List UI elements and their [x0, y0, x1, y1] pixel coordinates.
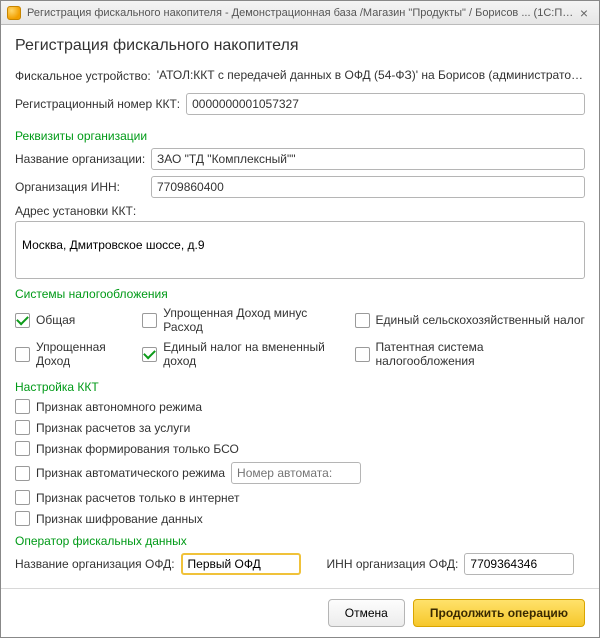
org-addr-label: Адрес установки ККТ: [15, 204, 585, 218]
checkbox-icon [142, 347, 157, 362]
tax-usn-income[interactable]: Упрощенная Доход [15, 340, 136, 368]
close-icon[interactable]: × [575, 4, 593, 22]
org-inn-row: Организация ИНН: [15, 176, 585, 198]
checkbox-icon [15, 466, 30, 481]
kkt-services[interactable]: Признак расчетов за услуги [15, 420, 585, 435]
org-name-input[interactable] [151, 148, 585, 170]
titlebar: Регистрация фискального накопителя - Дем… [1, 1, 599, 25]
org-name-row: Название организации: [15, 148, 585, 170]
section-org-title: Реквизиты организации [15, 129, 585, 143]
reg-number-input[interactable] [186, 93, 585, 115]
org-addr-input[interactable] [15, 221, 585, 279]
checkbox-icon [15, 490, 30, 505]
fiscal-device-row: Фискальное устройство: 'АТОЛ:ККТ с перед… [15, 65, 585, 87]
ofd-inn-input[interactable] [464, 553, 574, 575]
org-name-label: Название организации: [15, 152, 145, 166]
tax-imputed[interactable]: Единый налог на вмененный доход [142, 340, 348, 368]
checkbox-icon [15, 399, 30, 414]
org-inn-input[interactable] [151, 176, 585, 198]
section-tax-title: Системы налогообложения [15, 287, 585, 301]
ofd-row: Название организация ОФД: ИНН организаци… [15, 553, 585, 575]
tax-agri[interactable]: Единый сельскохозяйственный налог [355, 306, 585, 334]
tax-grid: Общая Упрощенная Доход минус Расход Един… [15, 306, 585, 368]
checkbox-icon [15, 313, 30, 328]
kkt-list: Признак автономного режима Признак расче… [15, 399, 585, 526]
checkbox-icon [15, 347, 30, 362]
reg-number-label: Регистрационный номер ККТ: [15, 97, 180, 111]
checkbox-icon [355, 313, 370, 328]
continue-button[interactable]: Продолжить операцию [413, 599, 585, 627]
window-title: Регистрация фискального накопителя - Дем… [27, 7, 575, 19]
fiscal-device-value: 'АТОЛ:ККТ с передачей данных в ОФД (54-Ф… [157, 65, 585, 87]
kkt-internet-only[interactable]: Признак расчетов только в интернет [15, 490, 585, 505]
cancel-button[interactable]: Отмена [328, 599, 405, 627]
org-inn-label: Организация ИНН: [15, 180, 145, 194]
kkt-bso-only[interactable]: Признак формирования только БСО [15, 441, 585, 456]
section-kkt-title: Настройка ККТ [15, 380, 585, 394]
checkbox-icon [355, 347, 370, 362]
fiscal-device-label: Фискальное устройство: [15, 69, 151, 83]
window: Регистрация фискального накопителя - Дем… [0, 0, 600, 638]
kkt-encrypt[interactable]: Признак шифрование данных [15, 511, 585, 526]
checkbox-icon [15, 511, 30, 526]
reg-number-row: Регистрационный номер ККТ: [15, 93, 585, 115]
checkbox-icon [15, 420, 30, 435]
kkt-offline[interactable]: Признак автономного режима [15, 399, 585, 414]
app-icon [7, 6, 21, 20]
tax-patent[interactable]: Патентная система налогообложения [355, 340, 585, 368]
kkt-auto-mode[interactable]: Признак автоматического режима [15, 462, 585, 484]
ofd-name-input[interactable] [181, 553, 301, 575]
tax-general[interactable]: Общая [15, 306, 136, 334]
content: Регистрация фискального накопителя Фиска… [1, 25, 599, 588]
ofd-name-label: Название организация ОФД: [15, 557, 175, 571]
checkbox-icon [15, 441, 30, 456]
auto-number-input[interactable] [231, 462, 361, 484]
page-title: Регистрация фискального накопителя [15, 37, 585, 55]
section-ofd-title: Оператор фискальных данных [15, 534, 585, 548]
ofd-inn-label: ИНН организация ОФД: [327, 557, 459, 571]
footer: Отмена Продолжить операцию [1, 588, 599, 637]
tax-usn-minus[interactable]: Упрощенная Доход минус Расход [142, 306, 348, 334]
checkbox-icon [142, 313, 157, 328]
